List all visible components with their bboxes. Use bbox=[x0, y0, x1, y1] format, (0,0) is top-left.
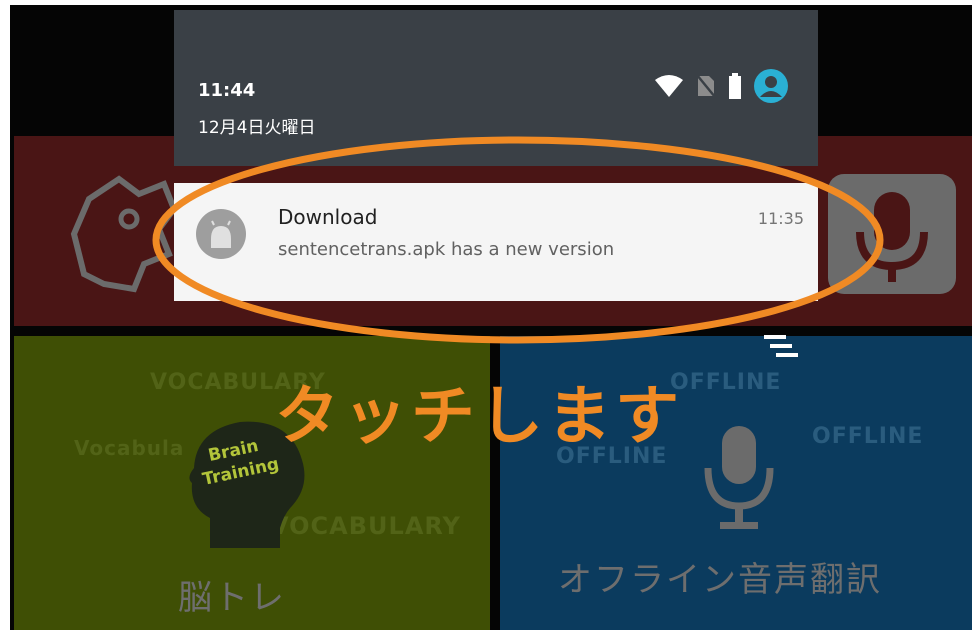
clear-all-icon bbox=[764, 335, 798, 357]
touch-instruction: タッチします bbox=[275, 380, 683, 454]
screen: VOCABULARY Vocabula VOCABULARY Brain Tra… bbox=[0, 0, 975, 635]
highlight-ellipse bbox=[152, 136, 884, 357]
